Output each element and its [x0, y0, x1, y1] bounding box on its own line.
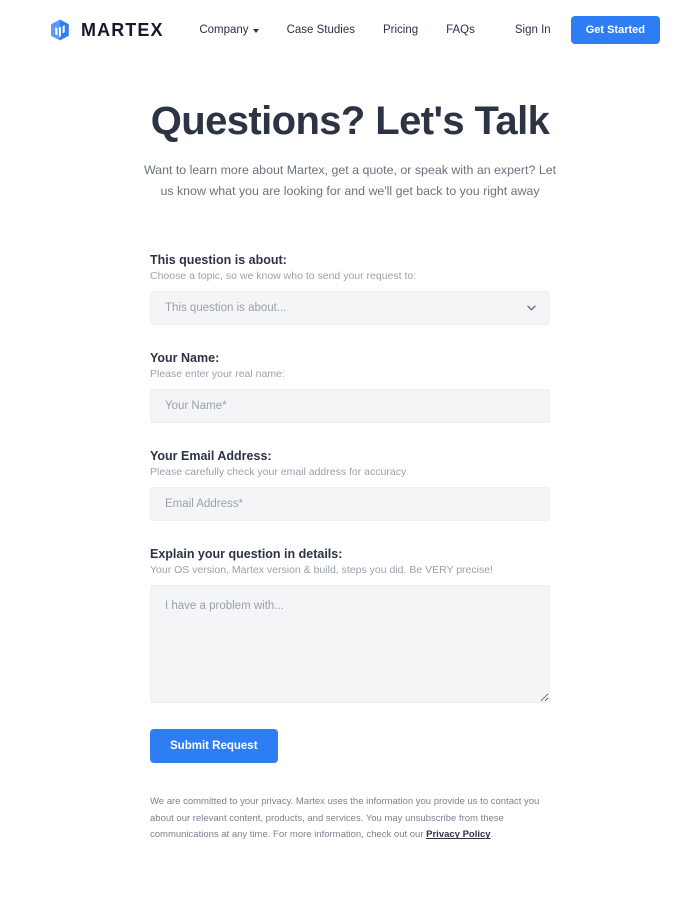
nav-item-pricing[interactable]: Pricing — [369, 18, 432, 42]
field-topic: This question is about: Choose a topic, … — [150, 253, 550, 325]
chevron-down-icon — [252, 28, 259, 33]
name-hint: Please enter your real name: — [150, 367, 285, 380]
email-label: Your Email Address: — [150, 448, 272, 463]
brand-name: MARTEX — [81, 19, 164, 40]
nav-item-company[interactable]: Company — [185, 18, 272, 42]
field-name: Your Name: Please enter your real name: — [150, 351, 550, 423]
cube-logo-icon — [51, 19, 69, 41]
field-details: Explain your question in details: Your O… — [150, 547, 550, 703]
privacy-policy-link[interactable]: Privacy Policy — [426, 829, 490, 840]
submit-row: Submit Request — [150, 728, 550, 763]
topic-select-shell: This question is about... — [150, 290, 550, 325]
page-title: Questions? Let's Talk — [150, 99, 550, 143]
nav-item-faqs[interactable]: FAQs — [432, 18, 489, 42]
site-header: MARTEX Company Case Studies Pricing FAQs… — [0, 0, 700, 60]
get-started-button[interactable]: Get Started — [570, 16, 660, 44]
details-label: Explain your question in details: — [150, 546, 343, 561]
brand-logo[interactable]: MARTEX — [48, 18, 164, 42]
email-input[interactable] — [150, 486, 550, 521]
nav-item-case-studies[interactable]: Case Studies — [273, 18, 369, 42]
sign-in-link[interactable]: Sign In — [489, 18, 565, 42]
nav-item-company-label: Company — [199, 24, 249, 36]
contact-form: This question is about: Choose a topic, … — [150, 203, 550, 845]
name-input[interactable] — [150, 388, 550, 423]
hero-subtitle: Want to learn more about Martex, get a q… — [143, 163, 557, 199]
main-nav: Company Case Studies Pricing FAQs Sign I… — [185, 16, 660, 44]
privacy-text-tail: . — [490, 829, 494, 841]
topic-hint: Choose a topic, so we know who to send y… — [150, 269, 417, 282]
details-textarea[interactable] — [150, 584, 550, 703]
hero-section: Questions? Let's Talk Want to learn more… — [0, 60, 700, 203]
details-hint: Your OS version, Martex version & build,… — [150, 563, 493, 576]
topic-label: This question is about: — [150, 252, 287, 267]
privacy-notice: We are committed to your privacy. Martex… — [150, 794, 550, 845]
submit-request-button[interactable]: Submit Request — [150, 728, 278, 763]
name-label: Your Name: — [150, 350, 220, 365]
field-email: Your Email Address: Please carefully che… — [150, 449, 550, 521]
email-hint: Please carefully check your email addres… — [150, 465, 407, 478]
topic-select[interactable]: This question is about... — [150, 290, 550, 325]
